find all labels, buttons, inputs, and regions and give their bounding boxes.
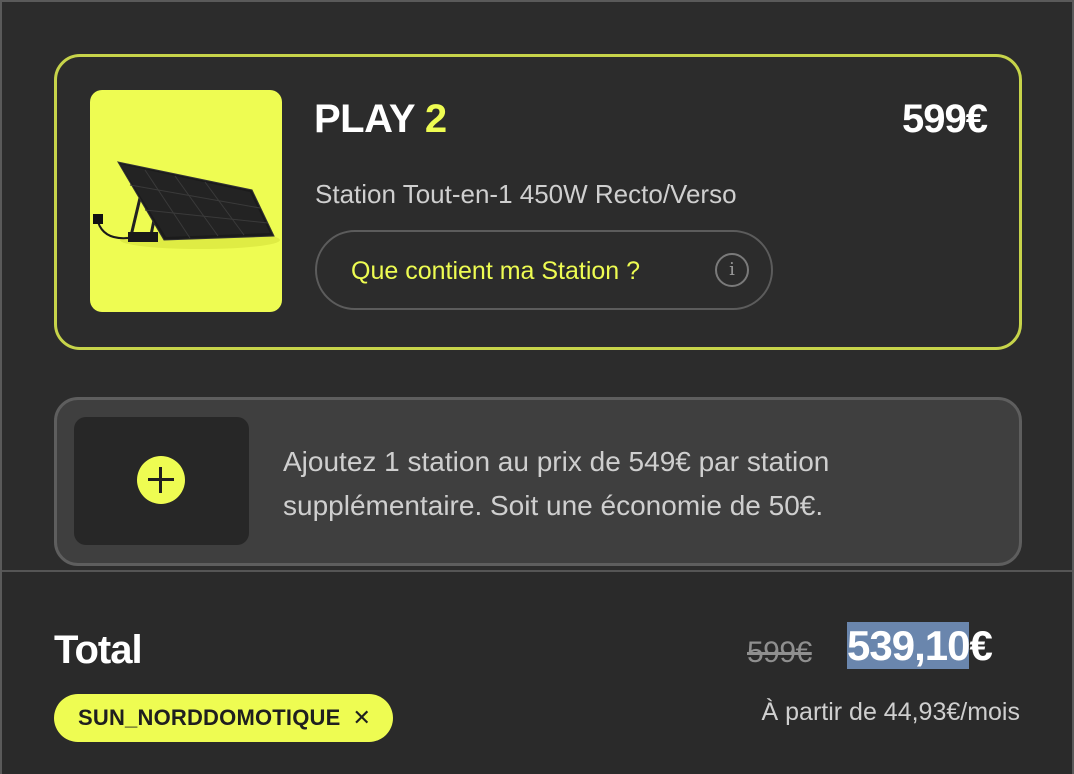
- monthly-price: À partir de 44,93€/mois: [761, 698, 1020, 726]
- add-station-text: Ajoutez 1 station au prix de 549€ par st…: [283, 446, 830, 521]
- close-icon[interactable]: ✕: [353, 705, 371, 731]
- station-contents-button[interactable]: Que contient ma Station ? i: [315, 230, 773, 310]
- product-description: Station Tout-en-1 450W Recto/Verso: [315, 179, 737, 209]
- product-image: [90, 90, 282, 312]
- promo-code-chip: SUN_NORDDOMOTIQUE ✕: [54, 694, 393, 742]
- old-price: 599€: [747, 636, 812, 669]
- add-station-button[interactable]: [74, 417, 249, 545]
- plus-icon: [137, 456, 185, 504]
- new-price: 539,10€: [847, 622, 993, 670]
- info-icon: i: [715, 253, 749, 287]
- promo-code: SUN_NORDDOMOTIQUE: [78, 705, 341, 730]
- station-contents-label: Que contient ma Station ?: [351, 257, 641, 285]
- product-name: PLAY 2: [314, 97, 447, 141]
- cart-panel: PLAY 2 599€ Station Tout-en-1 450W Recto…: [0, 0, 1074, 774]
- add-station-offer[interactable]: Ajoutez 1 station au prix de 549€ par st…: [54, 397, 1022, 566]
- product-price: 599€: [902, 97, 988, 141]
- product-quantity: 2: [424, 97, 447, 141]
- product-card: PLAY 2 599€ Station Tout-en-1 450W Recto…: [54, 54, 1022, 350]
- new-price-currency: €: [969, 622, 992, 669]
- total-label: Total: [54, 628, 143, 672]
- new-price-amount: 539,10: [847, 622, 970, 669]
- cart-total-footer: Total 599€ 539,10€ À partir de 44,93€/mo…: [2, 570, 1072, 774]
